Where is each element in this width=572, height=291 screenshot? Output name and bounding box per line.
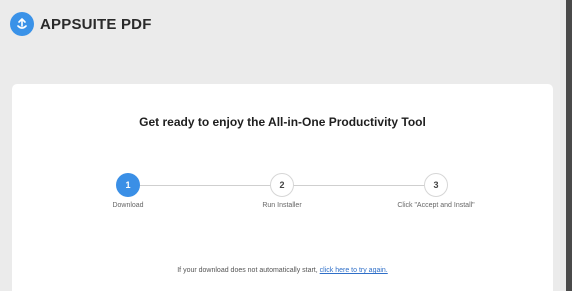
retry-note-text: If your download does not automatically … bbox=[177, 267, 318, 274]
install-stepper: 1 Download 2 Run Installer 3 Click "Acce… bbox=[12, 173, 553, 213]
step-label: Click "Accept and Install" bbox=[397, 202, 475, 209]
header: APPSUITE PDF bbox=[10, 12, 152, 36]
step-number-badge: 2 bbox=[270, 173, 294, 197]
page-title: Get ready to enjoy the All-in-One Produc… bbox=[139, 115, 426, 129]
download-retry-note: If your download does not automatically … bbox=[12, 267, 553, 274]
window-scrollbar[interactable] bbox=[566, 0, 572, 291]
step-number-badge: 1 bbox=[116, 173, 140, 197]
main-card: Get ready to enjoy the All-in-One Produc… bbox=[12, 84, 553, 291]
page: APPSUITE PDF Get ready to enjoy the All-… bbox=[0, 0, 572, 291]
retry-download-link[interactable]: click here to try again. bbox=[320, 267, 388, 274]
step-label: Download bbox=[112, 202, 144, 209]
step-number-badge: 3 bbox=[424, 173, 448, 197]
step-label: Run Installer bbox=[262, 202, 302, 209]
brand-name: APPSUITE PDF bbox=[40, 15, 152, 33]
appsuite-logo-icon bbox=[10, 12, 34, 36]
